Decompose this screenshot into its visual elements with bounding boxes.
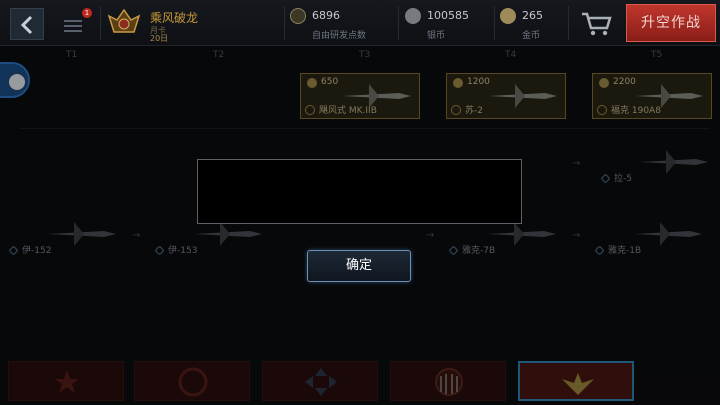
rank-emblem-icon[interactable] — [107, 6, 141, 40]
divider — [284, 6, 285, 40]
menu-button[interactable]: 1 — [56, 8, 92, 38]
modal-backdrop — [0, 46, 720, 405]
divider — [100, 6, 101, 40]
silver-coin-icon — [405, 8, 421, 24]
shop-button[interactable] — [576, 8, 616, 38]
divider — [398, 6, 399, 40]
back-button[interactable] — [10, 8, 44, 40]
silver-coins-label: 银币 — [427, 31, 446, 41]
menu-icon-line — [64, 30, 82, 32]
silver-coins-value: 100585 — [427, 9, 469, 22]
menu-icon — [64, 20, 82, 22]
modal-dialog — [197, 159, 522, 224]
notification-badge: 1 — [82, 8, 92, 18]
cart-icon — [582, 12, 612, 36]
research-star-icon — [290, 8, 306, 24]
divider — [568, 6, 569, 40]
gold-coins-value: 265 — [522, 9, 543, 22]
sortie-button[interactable]: 升空作战 — [626, 4, 716, 42]
player-days: 20日 — [150, 34, 169, 43]
research-points-value: 6896 — [312, 9, 340, 22]
confirm-button[interactable]: 确定 — [307, 250, 411, 282]
player-name: 乘风破龙 — [150, 11, 199, 25]
gold-coin-icon — [500, 8, 516, 24]
research-points-label: 自由研发点数 — [312, 31, 367, 41]
gold-coins-label: 金币 — [522, 31, 541, 41]
menu-icon-line — [64, 25, 82, 27]
back-arrow-icon — [20, 15, 33, 35]
top-bar: 1 乘风破龙 月卡 20日 6896 自由研发点数 100585 银币 265 … — [0, 0, 720, 46]
divider — [494, 6, 495, 40]
